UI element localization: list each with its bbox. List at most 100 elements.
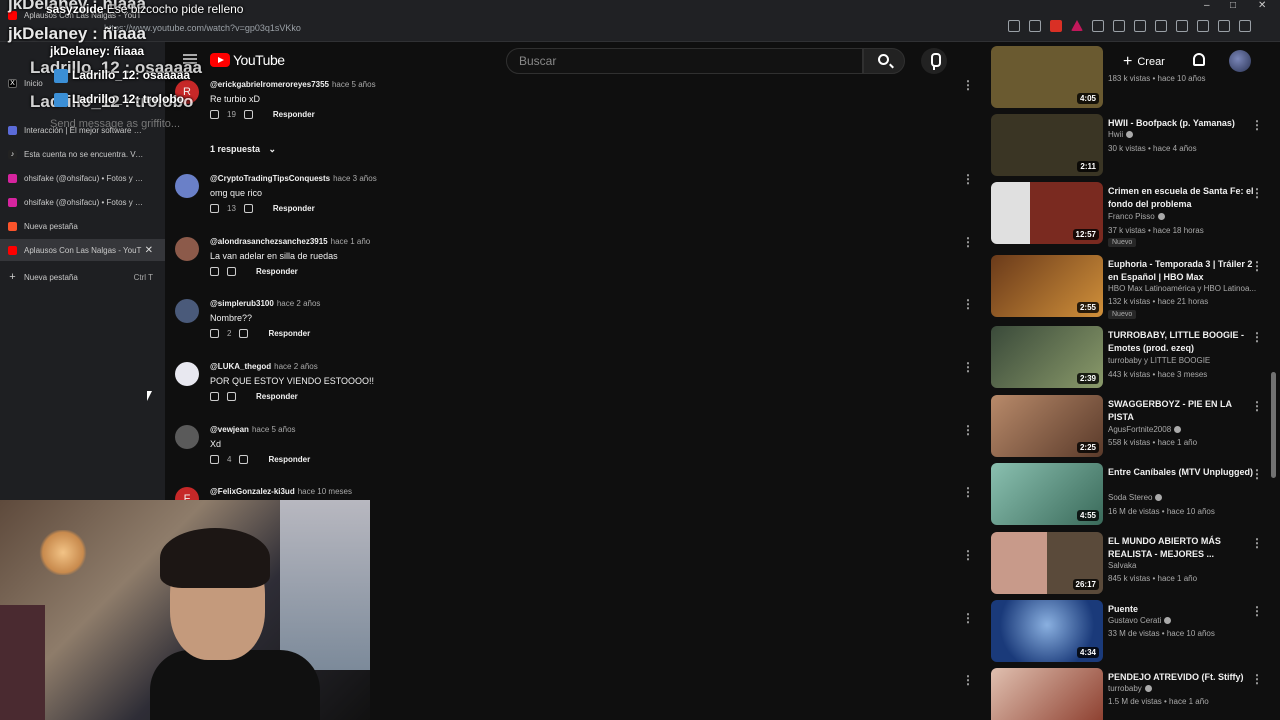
tab-instagram-2[interactable]: ohsifake (@ohsifacu) • Fotos y vide <box>0 191 165 213</box>
video-channel[interactable]: Gustavo Cerati <box>1108 616 1172 625</box>
more-actions-icon[interactable]: ⋮ <box>962 360 974 374</box>
tab-instagram-1[interactable]: ohsifake (@ohsifacu) • Fotos y vide <box>0 167 165 189</box>
video-title[interactable]: TURROBABY, LITTLE BOOGIE - Emotes (prod.… <box>1108 329 1258 355</box>
suggested-video[interactable]: 4:34 Puente Gustavo Cerati 33 M de vista… <box>991 600 1271 664</box>
reply-button[interactable]: Responder <box>256 267 298 276</box>
video-thumbnail[interactable]: 12:57 <box>991 182 1103 244</box>
close-window-button[interactable]: ✕ <box>1258 0 1266 14</box>
tab-aplausos-active[interactable]: Aplausos Con Las Nalgas - YouT ✕ <box>0 239 165 261</box>
video-title[interactable]: Euphoria - Temporada 3 | Tráiler 2 en Es… <box>1108 258 1258 284</box>
more-options-icon[interactable]: ⋮ <box>1251 467 1263 481</box>
comment-author[interactable]: @CryptoTradingTipsConquests hace 3 años <box>210 174 377 183</box>
video-title[interactable]: EL MUNDO ABIERTO MÁS REALISTA - MEJORES … <box>1108 535 1258 561</box>
wallet-icon[interactable] <box>1176 20 1188 32</box>
more-actions-icon[interactable]: ⋮ <box>962 297 974 311</box>
replies-toggle[interactable]: 1 respuesta ⌄ <box>210 144 276 155</box>
dislike-icon[interactable] <box>227 392 236 401</box>
more-options-icon[interactable]: ⋮ <box>1251 118 1263 132</box>
video-channel[interactable]: HBO Max Latinoamérica y HBO Latinoa... <box>1108 284 1258 293</box>
reply-button[interactable]: Responder <box>273 204 315 213</box>
minimize-button[interactable]: – <box>1204 0 1210 14</box>
like-icon[interactable] <box>210 204 219 213</box>
video-channel[interactable]: Soda Stereo <box>1108 493 1163 502</box>
comment-avatar[interactable] <box>175 237 199 261</box>
more-actions-icon[interactable]: ⋮ <box>962 172 974 186</box>
video-thumbnail[interactable]: 4:34 <box>991 600 1103 662</box>
link-icon[interactable] <box>1029 20 1041 32</box>
close-tab-icon[interactable]: ✕ <box>145 245 153 256</box>
tab-tiktok[interactable]: ♪ Esta cuenta no se encuentra. Ve a Ti <box>0 143 165 165</box>
comment-author[interactable]: @LUKA_thegod hace 2 años <box>210 362 318 371</box>
like-icon[interactable] <box>210 329 219 338</box>
video-thumbnail[interactable]: 4:05 <box>991 46 1103 108</box>
video-channel[interactable]: Hwii <box>1108 130 1134 139</box>
suggested-video[interactable]: 26:17 EL MUNDO ABIERTO MÁS REALISTA - ME… <box>991 532 1271 596</box>
video-thumbnail[interactable]: 4:55 <box>991 463 1103 525</box>
video-thumbnail[interactable]: 2:39 <box>991 326 1103 388</box>
more-options-icon[interactable]: ⋮ <box>1251 399 1263 413</box>
video-thumbnail[interactable]: 26:17 <box>991 532 1103 594</box>
more-options-icon[interactable]: ⋮ <box>1251 672 1263 686</box>
like-icon[interactable] <box>210 392 219 401</box>
voice-search-icon[interactable] <box>921 48 947 74</box>
more-actions-icon[interactable]: ⋮ <box>962 235 974 249</box>
suggested-video[interactable]: 2:55 Euphoria - Temporada 3 | Tráiler 2 … <box>991 255 1271 319</box>
vpn-icon[interactable] <box>1218 20 1230 32</box>
suggested-video[interactable]: PENDEJO ATREVIDO (Ft. Stiffy) turrobaby … <box>991 668 1271 720</box>
comment-avatar[interactable] <box>175 299 199 323</box>
comment-author[interactable]: @alondrasanchezsanchez3915 hace 1 año <box>210 237 370 246</box>
more-actions-icon[interactable]: ⋮ <box>962 611 974 625</box>
brave-shield-icon[interactable] <box>1050 20 1062 32</box>
menu-icon[interactable] <box>1239 20 1251 32</box>
scrollbar-thumb[interactable] <box>1271 372 1276 478</box>
suggested-video[interactable]: 12:57 Crimen en escuela de Santa Fe: el … <box>991 182 1271 247</box>
screenshot-icon[interactable] <box>1113 20 1125 32</box>
reply-button[interactable]: Responder <box>256 392 298 401</box>
sidebar-toggle-icon[interactable] <box>1155 20 1167 32</box>
video-thumbnail[interactable]: 2:25 <box>991 395 1103 457</box>
maximize-button[interactable]: □ <box>1230 0 1236 14</box>
more-options-icon[interactable]: ⋮ <box>1251 330 1263 344</box>
suggested-video[interactable]: 2:39 TURROBABY, LITTLE BOOGIE - Emotes (… <box>991 326 1271 390</box>
leo-icon[interactable] <box>1197 20 1209 32</box>
dislike-icon[interactable] <box>227 267 236 276</box>
comment-author[interactable]: @simplerub3100 hace 2 años <box>210 299 320 308</box>
more-actions-icon[interactable]: ⋮ <box>962 548 974 562</box>
suggested-video[interactable]: 2:25 SWAGGERBOYZ - PIE EN LA PISTA AgusF… <box>991 395 1271 459</box>
dislike-icon[interactable] <box>239 455 249 464</box>
reply-button[interactable]: Responder <box>268 329 310 338</box>
more-actions-icon[interactable]: ⋮ <box>962 485 974 499</box>
comment-avatar[interactable] <box>175 425 199 449</box>
video-title[interactable]: PENDEJO ATREVIDO (Ft. Stiffy) <box>1108 671 1258 684</box>
suggested-video[interactable]: 2:11 HWII - Boofpack (p. Yamanas) Hwii 3… <box>991 114 1271 178</box>
extensions-icon[interactable] <box>1092 20 1104 32</box>
more-options-icon[interactable]: ⋮ <box>1251 536 1263 550</box>
suggested-video[interactable]: 4:05 183 k vistas • hace 10 años <box>991 46 1271 110</box>
reply-button[interactable]: Responder <box>268 455 310 464</box>
comment-avatar[interactable] <box>175 362 199 386</box>
video-channel[interactable]: Salvaka <box>1108 561 1136 570</box>
like-icon[interactable] <box>210 267 219 276</box>
video-channel[interactable]: turrobaby y LITTLE BOOGIE <box>1108 356 1210 365</box>
comment-author[interactable]: @vewjean hace 5 años <box>210 425 296 434</box>
more-options-icon[interactable]: ⋮ <box>1251 259 1263 273</box>
video-title[interactable]: Puente <box>1108 603 1258 616</box>
new-tab-button[interactable]: + Nueva pestaña Ctrl T <box>0 266 165 288</box>
search-button[interactable] <box>863 48 905 74</box>
video-title[interactable]: Entre Caníbales (MTV Unplugged) <box>1108 466 1258 479</box>
comment-author[interactable]: @FelixGonzalez-ki3ud hace 10 meses <box>210 487 352 496</box>
dislike-icon[interactable] <box>243 204 253 213</box>
more-actions-icon[interactable]: ⋮ <box>962 423 974 437</box>
video-title[interactable]: HWII - Boofpack (p. Yamanas) <box>1108 117 1258 130</box>
suggested-video[interactable]: 4:55 Entre Caníbales (MTV Unplugged) Sod… <box>991 463 1271 527</box>
media-icon[interactable] <box>1134 20 1146 32</box>
search-input[interactable]: Buscar <box>506 48 863 74</box>
video-thumbnail[interactable]: 2:11 <box>991 114 1103 176</box>
chat-input[interactable]: Send message as griffito... <box>50 118 180 130</box>
comment-avatar[interactable] <box>175 174 199 198</box>
like-icon[interactable] <box>210 455 219 464</box>
rewards-icon[interactable] <box>1071 20 1083 31</box>
more-actions-icon[interactable]: ⋮ <box>962 78 974 92</box>
video-title[interactable]: Crimen en escuela de Santa Fe: el fondo … <box>1108 185 1258 211</box>
share-icon[interactable] <box>1008 20 1020 32</box>
